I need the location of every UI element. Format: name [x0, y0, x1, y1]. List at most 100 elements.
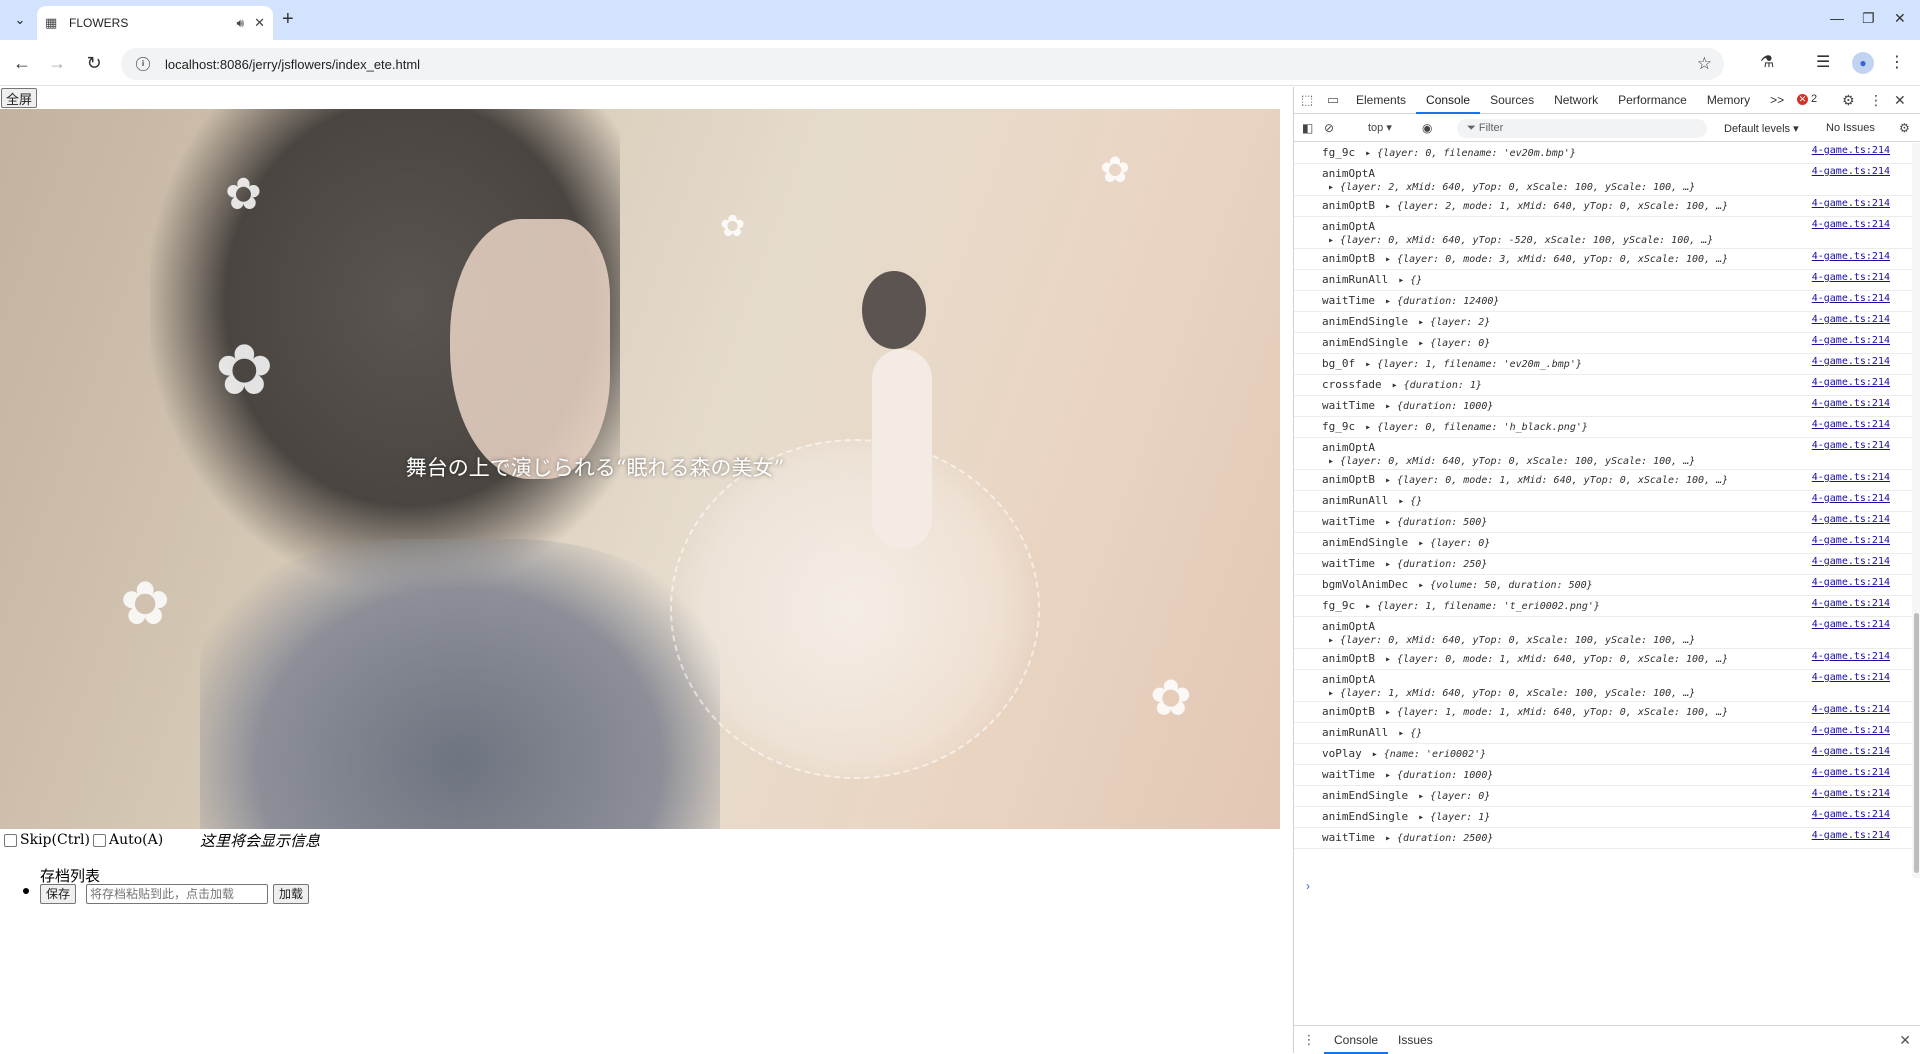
console-log-row[interactable]: animEndSingle ▸ {layer: 0} 4-game.ts:214 [1294, 786, 1912, 807]
log-object[interactable]: ▸ {layer: 1, mode: 1, xMid: 640, yTop: 0… [1385, 707, 1728, 718]
bookmark-star-icon[interactable]: ☆ [1697, 54, 1712, 74]
log-source-link[interactable]: 4-game.ts:214 [1812, 514, 1890, 525]
console-log-row[interactable]: voPlay ▸ {name: 'eri0002'} 4-game.ts:214 [1294, 744, 1912, 765]
log-object[interactable]: ▸ {layer: 0} [1418, 538, 1490, 549]
log-source-link[interactable]: 4-game.ts:214 [1812, 672, 1890, 683]
log-object[interactable]: ▸ {layer: 0, xMid: 640, yTop: 0, xScale:… [1328, 456, 1912, 467]
issues-counter[interactable]: No Issues [1826, 122, 1875, 134]
save-data-input[interactable]: 将存档粘贴到此，点击加载 [86, 884, 268, 904]
tab-memory[interactable]: Memory [1697, 87, 1760, 114]
log-source-link[interactable]: 4-game.ts:214 [1812, 493, 1890, 504]
browser-tab[interactable]: ▦ FLOWERS 🔊︎ ✕ [37, 6, 273, 40]
labs-flask-icon[interactable]: ⚗ [1760, 52, 1774, 72]
tab-network[interactable]: Network [1544, 87, 1608, 114]
console-log-row[interactable]: bg_0f ▸ {layer: 1, filename: 'ev20m_.bmp'… [1294, 354, 1912, 375]
reload-icon[interactable]: ↻ [82, 51, 106, 75]
console-log-row[interactable]: waitTime ▸ {duration: 500} 4-game.ts:214 [1294, 512, 1912, 533]
console-log-row[interactable]: animOptA ▸ {layer: 0, xMid: 640, yTop: -5… [1294, 217, 1912, 249]
console-prompt[interactable]: › [1306, 879, 1310, 893]
console-log-row[interactable]: waitTime ▸ {duration: 250} 4-game.ts:214 [1294, 554, 1912, 575]
log-object[interactable]: ▸ {duration: 500} [1385, 517, 1487, 528]
log-object[interactable]: ▸ {layer: 1, filename: 't_eri0002.png'} [1365, 601, 1600, 612]
log-source-link[interactable]: 4-game.ts:214 [1812, 166, 1890, 177]
console-log-row[interactable]: waitTime ▸ {duration: 2500} 4-game.ts:214 [1294, 828, 1912, 849]
console-log-row[interactable]: waitTime ▸ {duration: 1000} 4-game.ts:214 [1294, 396, 1912, 417]
more-tabs-button[interactable]: >> [1760, 87, 1794, 114]
log-object[interactable]: ▸ {layer: 2} [1418, 317, 1490, 328]
log-object[interactable]: ▸ {layer: 0, filename: 'ev20m.bmp'} [1365, 148, 1576, 159]
console-log-row[interactable]: waitTime ▸ {duration: 12400} 4-game.ts:214 [1294, 291, 1912, 312]
console-log-row[interactable]: animOptA ▸ {layer: 0, xMid: 640, yTop: 0,… [1294, 617, 1912, 649]
log-source-link[interactable]: 4-game.ts:214 [1812, 419, 1890, 430]
console-log-row[interactable]: animEndSingle ▸ {layer: 0} 4-game.ts:214 [1294, 533, 1912, 554]
log-source-link[interactable]: 4-game.ts:214 [1812, 556, 1890, 567]
console-log-row[interactable]: fg_9c ▸ {layer: 0, filename: 'h_black.png… [1294, 417, 1912, 438]
console-log-row[interactable]: animEndSingle ▸ {layer: 1} 4-game.ts:214 [1294, 807, 1912, 828]
tab-sources[interactable]: Sources [1480, 87, 1544, 114]
console-log-row[interactable]: animRunAll ▸ {} 4-game.ts:214 [1294, 491, 1912, 512]
new-tab-button[interactable]: + [282, 9, 294, 29]
minimize-icon[interactable]: — [1830, 10, 1844, 26]
console-log-row[interactable]: animOptA ▸ {layer: 0, xMid: 640, yTop: 0,… [1294, 438, 1912, 470]
skip-checkbox[interactable] [4, 833, 17, 847]
console-filter-input[interactable]: ⏷ Filter [1457, 119, 1707, 138]
drawer-menu-icon[interactable]: ⋮ [1294, 1032, 1324, 1048]
log-source-link[interactable]: 4-game.ts:214 [1812, 377, 1890, 388]
log-object[interactable]: ▸ {layer: 2, mode: 1, xMid: 640, yTop: 0… [1385, 201, 1728, 212]
log-object[interactable]: ▸ {layer: 1} [1418, 812, 1490, 823]
log-object[interactable]: ▸ {volume: 50, duration: 500} [1418, 580, 1593, 591]
console-log-row[interactable]: animOptB ▸ {layer: 0, mode: 1, xMid: 640,… [1294, 470, 1912, 491]
log-object[interactable]: ▸ {layer: 1, filename: 'ev20m_.bmp'} [1365, 359, 1582, 370]
log-source-link[interactable]: 4-game.ts:214 [1812, 219, 1890, 230]
log-object[interactable]: ▸ {layer: 0, xMid: 640, yTop: 0, xScale:… [1328, 635, 1912, 646]
log-source-link[interactable]: 4-game.ts:214 [1812, 314, 1890, 325]
log-source-link[interactable]: 4-game.ts:214 [1812, 704, 1890, 715]
site-info-icon[interactable]: i [136, 57, 150, 71]
log-levels-dropdown[interactable]: Default levels ▾ [1724, 122, 1799, 135]
inspect-element-icon[interactable]: ⬚ [1294, 92, 1320, 108]
log-object[interactable]: ▸ {layer: 1, xMid: 640, yTop: 0, xScale:… [1328, 688, 1912, 699]
log-object[interactable]: ▸ {} [1398, 496, 1422, 507]
log-source-link[interactable]: 4-game.ts:214 [1812, 472, 1890, 483]
console-log-row[interactable]: animRunAll ▸ {} 4-game.ts:214 [1294, 270, 1912, 291]
console-log-row[interactable]: animEndSingle ▸ {layer: 2} 4-game.ts:214 [1294, 312, 1912, 333]
live-expression-eye-icon[interactable]: ◉ [1422, 121, 1432, 135]
skip-control[interactable]: Skip(Ctrl) [4, 832, 90, 848]
console-log-row[interactable]: animOptB ▸ {layer: 1, mode: 1, xMid: 640,… [1294, 702, 1912, 723]
menu-kebab-icon[interactable]: ⋮ [1889, 52, 1905, 72]
console-log-row[interactable]: animOptB ▸ {layer: 0, mode: 3, xMid: 640,… [1294, 249, 1912, 270]
close-tab-icon[interactable]: ✕ [254, 15, 265, 31]
log-object[interactable]: ▸ {duration: 250} [1385, 559, 1487, 570]
log-object[interactable]: ▸ {layer: 0, mode: 3, xMid: 640, yTop: 0… [1385, 254, 1728, 265]
drawer-tab-issues[interactable]: Issues [1388, 1026, 1443, 1054]
forward-icon[interactable]: → [45, 51, 69, 75]
tab-search-button[interactable]: ⌄ [8, 8, 32, 32]
log-source-link[interactable]: 4-game.ts:214 [1812, 598, 1890, 609]
scrollbar-thumb[interactable] [1914, 613, 1919, 873]
tab-elements[interactable]: Elements [1346, 87, 1416, 114]
sidebar-toggle-icon[interactable]: ◧ [1302, 121, 1313, 135]
log-object[interactable]: ▸ {layer: 0, xMid: 640, yTop: -520, xSca… [1328, 235, 1912, 246]
close-drawer-icon[interactable]: ✕ [1899, 1032, 1911, 1049]
restore-icon[interactable]: ❐ [1862, 10, 1875, 27]
log-source-link[interactable]: 4-game.ts:214 [1812, 251, 1890, 262]
log-source-link[interactable]: 4-game.ts:214 [1812, 767, 1890, 778]
devtools-menu-icon[interactable]: ⋮ [1869, 92, 1883, 109]
back-icon[interactable]: ← [10, 51, 34, 75]
log-object[interactable]: ▸ {duration: 12400} [1385, 296, 1499, 307]
clear-console-icon[interactable]: ⊘ [1324, 121, 1334, 135]
game-stage[interactable]: ✿ ✿ ✿ ✿ ✿ ✿ 舞台の上で演じられる“眠れる森の美女” [0, 109, 1280, 829]
log-object[interactable]: ▸ {layer: 0} [1418, 338, 1490, 349]
device-toolbar-icon[interactable]: ▭ [1320, 92, 1346, 108]
log-object[interactable]: ▸ {layer: 0} [1418, 791, 1490, 802]
settings-gear-icon[interactable]: ⚙ [1842, 92, 1855, 109]
auto-control[interactable]: Auto(A) [93, 832, 163, 848]
log-object[interactable]: ▸ {layer: 0, filename: 'h_black.png'} [1365, 422, 1588, 433]
close-devtools-icon[interactable]: ✕ [1894, 92, 1906, 109]
error-counter[interactable]: ✕ 2 [1797, 93, 1817, 105]
console-log-row[interactable]: animRunAll ▸ {} 4-game.ts:214 [1294, 723, 1912, 744]
console-log-row[interactable]: fg_9c ▸ {layer: 0, filename: 'ev20m.bmp'}… [1294, 143, 1912, 164]
console-log-row[interactable]: crossfade ▸ {duration: 1} 4-game.ts:214 [1294, 375, 1912, 396]
log-object[interactable]: ▸ {layer: 2, xMid: 640, yTop: 0, xScale:… [1328, 182, 1912, 193]
console-log-row[interactable]: animOptA ▸ {layer: 1, xMid: 640, yTop: 0,… [1294, 670, 1912, 702]
